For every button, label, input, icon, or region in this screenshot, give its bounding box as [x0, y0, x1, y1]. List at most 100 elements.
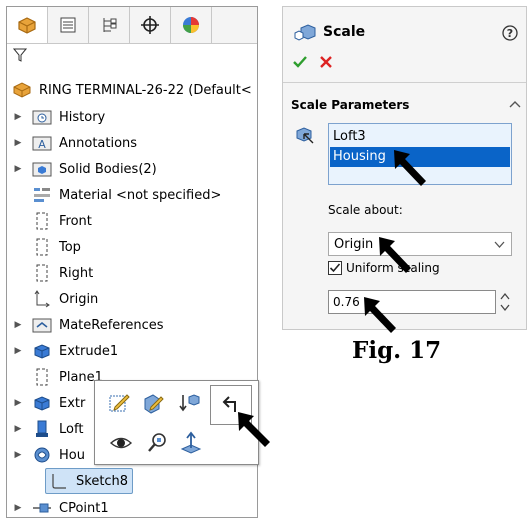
extrude-icon	[31, 341, 53, 361]
tree-item[interactable]: ▶ Extr	[7, 391, 85, 415]
tree-item[interactable]: ▶ Hou	[7, 443, 85, 467]
material-icon	[31, 185, 53, 205]
scale-about-label: Scale about:	[328, 203, 403, 217]
svg-text:?: ?	[507, 27, 513, 40]
tab-feature-manager[interactable]	[7, 7, 48, 43]
tree-item-label: Front	[59, 213, 92, 229]
collapse-chevron-icon[interactable]	[509, 100, 521, 108]
plane-icon	[31, 237, 53, 257]
show-button[interactable]	[107, 429, 135, 457]
sketch-icon	[48, 471, 70, 491]
pointer-arrow-icon	[364, 297, 396, 333]
expand-arrow-icon[interactable]: ▶	[13, 164, 23, 174]
expand-arrow-icon[interactable]: ▶	[13, 450, 23, 460]
solid-bodies-folder-icon	[31, 159, 53, 179]
expand-arrow-icon[interactable]: ▶	[13, 320, 23, 330]
part-icon	[11, 80, 33, 100]
cpoint-icon	[31, 498, 53, 517]
svg-text:A: A	[38, 138, 46, 151]
dropdown-value: Origin	[334, 236, 374, 252]
dimxpert-icon	[141, 16, 159, 34]
edit-feature-button[interactable]	[139, 389, 167, 417]
tree-item[interactable]: ▶ A Annotations	[7, 131, 138, 155]
scale-factor-input[interactable]: 0.76	[328, 290, 496, 314]
tab-property-manager[interactable]	[48, 7, 89, 43]
cancel-x-icon[interactable]	[320, 56, 332, 68]
rollback-icon	[179, 394, 200, 412]
tree-item[interactable]: ▶ History	[7, 105, 105, 129]
show-icon	[109, 437, 133, 449]
tree-item-label: Extrude1	[59, 343, 119, 359]
tree-item[interactable]: ▶ MateReferences	[7, 313, 164, 337]
loft-icon	[31, 419, 53, 439]
spin-arrows-icon[interactable]	[499, 290, 511, 314]
expand-arrow-icon[interactable]: ▶	[13, 503, 23, 513]
scale-about-dropdown[interactable]: Origin	[328, 232, 512, 256]
display-manager-icon	[183, 17, 199, 33]
origin-icon	[31, 289, 53, 309]
normal-to-button[interactable]	[177, 429, 205, 457]
tree-item-label: Origin	[59, 291, 99, 307]
tree-item[interactable]: Top	[7, 235, 81, 259]
history-folder-icon	[31, 107, 53, 127]
input-value: 0.76	[333, 295, 360, 309]
tree-item[interactable]: ▶ Solid Bodies(2)	[7, 157, 157, 181]
checkbox-icon[interactable]	[328, 261, 342, 275]
tree-item-cpoint1[interactable]: ▶ CPoint1	[7, 496, 109, 517]
chevron-down-icon	[494, 241, 505, 248]
rollback-button[interactable]	[175, 389, 203, 417]
pointer-arrow-icon	[394, 150, 426, 186]
ok-check-icon[interactable]	[293, 56, 307, 68]
tree-item[interactable]: Plane1	[7, 365, 103, 389]
tree-root[interactable]: RING TERMINAL-26-22 (Default<	[11, 78, 252, 102]
plane-icon	[31, 211, 53, 231]
tree-item-label: History	[59, 109, 106, 125]
tree-item-label: Sketch8	[76, 473, 129, 489]
expand-arrow-icon[interactable]: ▶	[13, 424, 23, 434]
annotations-folder-icon: A	[31, 133, 53, 153]
pointer-arrow-icon	[379, 237, 411, 273]
mate-references-folder-icon	[31, 315, 53, 335]
pointer-arrow-icon	[238, 412, 270, 447]
tree-item-label: MateReferences	[59, 317, 164, 333]
tree-item-label: Material <not specified>	[59, 187, 222, 203]
list-item[interactable]: Loft3	[333, 127, 366, 147]
tree-item[interactable]: ▶ Loft	[7, 417, 83, 441]
tree-item-sketch8[interactable]: Sketch8	[45, 468, 133, 494]
property-manager-icon	[60, 17, 76, 33]
zoom-to-selection-icon	[148, 433, 166, 452]
edit-sketch-button[interactable]	[105, 389, 133, 417]
feature-manager-icon	[18, 17, 36, 34]
tab-dimxpert-manager[interactable]	[130, 7, 171, 43]
tree-item[interactable]: Front	[7, 209, 92, 233]
tab-display-manager[interactable]	[171, 7, 212, 43]
tree-item[interactable]: Right	[7, 261, 93, 285]
tree-item[interactable]: Material <not specified>	[7, 183, 221, 207]
expand-arrow-icon[interactable]: ▶	[13, 346, 23, 356]
configuration-manager-icon	[103, 18, 117, 32]
filter-icon[interactable]	[12, 47, 28, 67]
housing-icon	[31, 445, 53, 465]
help-icon[interactable]: ?	[501, 24, 519, 42]
tree-item[interactable]: Origin	[7, 287, 98, 311]
root-label: RING TERMINAL-26-22 (Default<	[39, 82, 252, 98]
zoom-to-selection-button[interactable]	[143, 429, 171, 457]
edit-feature-icon	[144, 394, 164, 414]
tree-item[interactable]: ▶ Extrude1	[7, 339, 118, 363]
tab-configuration-manager[interactable]	[89, 7, 130, 43]
edit-sketch-icon	[109, 394, 130, 412]
pm-title: Scale	[323, 24, 366, 40]
bodies-to-scale-icon	[296, 127, 314, 144]
normal-to-icon	[180, 431, 202, 454]
context-toolbar	[94, 380, 259, 465]
expand-arrow-icon[interactable]: ▶	[13, 112, 23, 122]
tree-item-label: Solid Bodies(2)	[59, 161, 157, 177]
tree-item-label: Right	[59, 265, 94, 281]
tree-item-label: Loft	[59, 421, 84, 437]
expand-arrow-icon[interactable]: ▶	[13, 398, 23, 408]
divider	[283, 82, 526, 83]
figure-caption: Fig. 17	[352, 337, 442, 364]
expand-arrow-icon[interactable]: ▶	[13, 138, 23, 148]
section-header[interactable]: Scale Parameters	[291, 98, 409, 112]
tree-item-label: Annotations	[59, 135, 138, 151]
